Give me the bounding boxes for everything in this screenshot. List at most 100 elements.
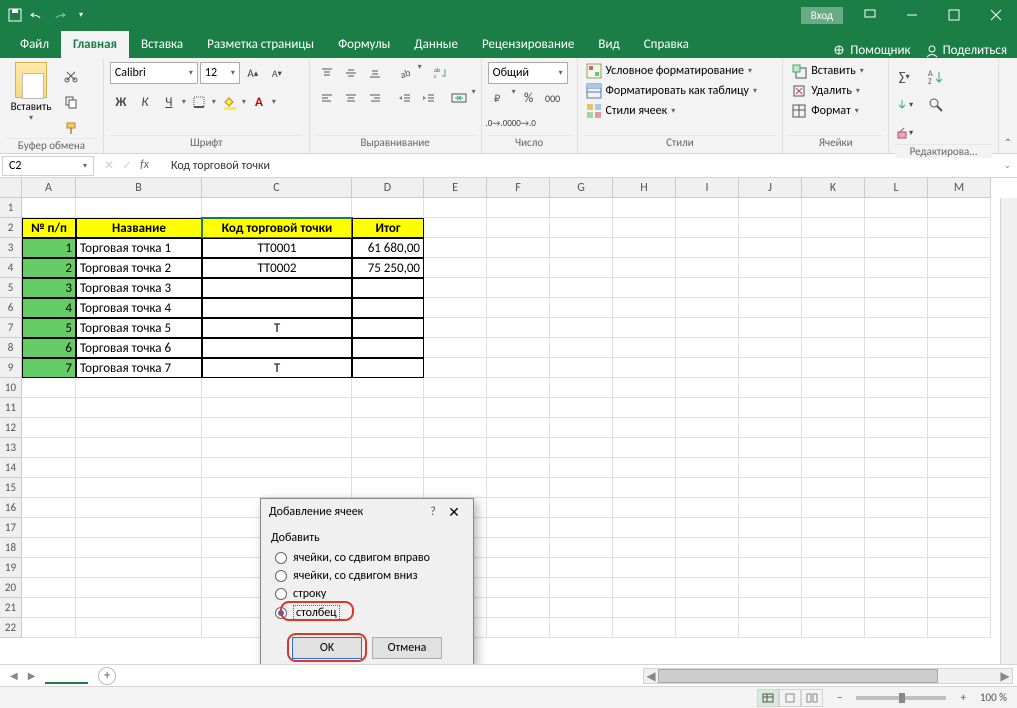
row-header-21[interactable]: 21 bbox=[0, 598, 22, 618]
cell-M12[interactable] bbox=[928, 418, 991, 438]
sheet-nav-next-icon[interactable]: ▶ bbox=[28, 669, 36, 682]
cell-B10[interactable] bbox=[76, 378, 202, 398]
cell-L17[interactable] bbox=[865, 518, 928, 538]
cell-G13[interactable] bbox=[550, 438, 613, 458]
column-header-J[interactable]: J bbox=[739, 178, 802, 198]
tell-me-button[interactable]: Помощник bbox=[832, 43, 910, 58]
cell-I4[interactable] bbox=[676, 258, 739, 278]
qat-dropdown-icon[interactable]: ▾ bbox=[74, 8, 88, 22]
cell-C9[interactable]: Т bbox=[202, 358, 352, 378]
sort-filter-icon[interactable]: AZ bbox=[925, 66, 947, 88]
cell-H8[interactable] bbox=[613, 338, 676, 358]
cell-K17[interactable] bbox=[802, 518, 865, 538]
minimize-icon[interactable] bbox=[891, 0, 933, 30]
cell-K12[interactable] bbox=[802, 418, 865, 438]
cell-D12[interactable] bbox=[352, 418, 424, 438]
column-header-K[interactable]: K bbox=[802, 178, 865, 198]
cell-F10[interactable] bbox=[487, 378, 550, 398]
cell-H11[interactable] bbox=[613, 398, 676, 418]
cell-D8[interactable] bbox=[352, 338, 424, 358]
cell-J20[interactable] bbox=[739, 578, 802, 598]
column-header-B[interactable]: B bbox=[76, 178, 202, 198]
align-right-icon[interactable] bbox=[364, 87, 386, 109]
cell-G9[interactable] bbox=[550, 358, 613, 378]
cell-H9[interactable] bbox=[613, 358, 676, 378]
vertical-scrollbar[interactable] bbox=[1000, 198, 1017, 664]
cell-J14[interactable] bbox=[739, 458, 802, 478]
cell-A8[interactable]: 6 bbox=[22, 338, 76, 358]
cell-H21[interactable] bbox=[613, 598, 676, 618]
cell-A10[interactable] bbox=[22, 378, 76, 398]
format-painter-icon[interactable] bbox=[60, 118, 82, 138]
cell-G15[interactable] bbox=[550, 478, 613, 498]
cell-A19[interactable] bbox=[22, 558, 76, 578]
column-header-C[interactable]: C bbox=[202, 178, 352, 198]
cell-A12[interactable] bbox=[22, 418, 76, 438]
cell-B9[interactable]: Торговая точка 7 bbox=[76, 358, 202, 378]
cell-L22[interactable] bbox=[865, 618, 928, 638]
cell-K19[interactable] bbox=[802, 558, 865, 578]
delete-cells-button[interactable]: Удалить▾ bbox=[789, 82, 862, 100]
cell-A20[interactable] bbox=[22, 578, 76, 598]
cell-B17[interactable] bbox=[76, 518, 202, 538]
cell-K3[interactable] bbox=[802, 238, 865, 258]
cell-K8[interactable] bbox=[802, 338, 865, 358]
cell-M6[interactable] bbox=[928, 298, 991, 318]
cell-C11[interactable] bbox=[202, 398, 352, 418]
cell-K15[interactable] bbox=[802, 478, 865, 498]
cell-F22[interactable] bbox=[487, 618, 550, 638]
collapse-ribbon-icon[interactable]: ⌃ bbox=[999, 58, 1017, 153]
cell-M9[interactable] bbox=[928, 358, 991, 378]
cell-M20[interactable] bbox=[928, 578, 991, 598]
cell-M16[interactable] bbox=[928, 498, 991, 518]
cell-M4[interactable] bbox=[928, 258, 991, 278]
cell-G20[interactable] bbox=[550, 578, 613, 598]
cell-E4[interactable] bbox=[424, 258, 487, 278]
cell-A2[interactable]: № п/п bbox=[22, 218, 76, 238]
cell-C6[interactable] bbox=[202, 298, 352, 318]
cell-M19[interactable] bbox=[928, 558, 991, 578]
cell-A3[interactable]: 1 bbox=[22, 238, 76, 258]
cell-A4[interactable]: 2 bbox=[22, 258, 76, 278]
cell-B13[interactable] bbox=[76, 438, 202, 458]
cell-J12[interactable] bbox=[739, 418, 802, 438]
cell-I17[interactable] bbox=[676, 518, 739, 538]
cell-L18[interactable] bbox=[865, 538, 928, 558]
cell-I2[interactable] bbox=[676, 218, 739, 238]
column-header-A[interactable]: A bbox=[22, 178, 76, 198]
wrap-text-icon[interactable]: abc bbox=[430, 62, 452, 84]
cell-F8[interactable] bbox=[487, 338, 550, 358]
cell-D15[interactable] bbox=[352, 478, 424, 498]
cell-F17[interactable] bbox=[487, 518, 550, 538]
cell-A13[interactable] bbox=[22, 438, 76, 458]
column-header-E[interactable]: E bbox=[424, 178, 487, 198]
font-size-combo[interactable]: 12▾ bbox=[200, 62, 240, 84]
row-header-2[interactable]: 2 bbox=[0, 218, 22, 238]
cell-E10[interactable] bbox=[424, 378, 487, 398]
dialog-titlebar[interactable]: Добавление ячеек ? ✕ bbox=[261, 499, 473, 525]
cell-M11[interactable] bbox=[928, 398, 991, 418]
column-header-F[interactable]: F bbox=[487, 178, 550, 198]
cell-F13[interactable] bbox=[487, 438, 550, 458]
cell-I20[interactable] bbox=[676, 578, 739, 598]
cell-L21[interactable] bbox=[865, 598, 928, 618]
cell-D2[interactable]: Итог bbox=[352, 218, 424, 238]
cell-M21[interactable] bbox=[928, 598, 991, 618]
cell-E3[interactable] bbox=[424, 238, 487, 258]
increase-font-icon[interactable]: A▴ bbox=[242, 62, 264, 84]
cell-L16[interactable] bbox=[865, 498, 928, 518]
cell-B18[interactable] bbox=[76, 538, 202, 558]
cell-M14[interactable] bbox=[928, 458, 991, 478]
cell-B1[interactable] bbox=[76, 198, 202, 218]
cell-B2[interactable]: Название bbox=[76, 218, 202, 238]
percent-icon[interactable]: % bbox=[518, 87, 540, 109]
cell-D3[interactable]: 61 680,00 bbox=[352, 238, 424, 258]
cell-L4[interactable] bbox=[865, 258, 928, 278]
cell-J10[interactable] bbox=[739, 378, 802, 398]
cell-E1[interactable] bbox=[424, 198, 487, 218]
cell-E6[interactable] bbox=[424, 298, 487, 318]
cell-K22[interactable] bbox=[802, 618, 865, 638]
cell-E8[interactable] bbox=[424, 338, 487, 358]
cell-G3[interactable] bbox=[550, 238, 613, 258]
cell-H15[interactable] bbox=[613, 478, 676, 498]
